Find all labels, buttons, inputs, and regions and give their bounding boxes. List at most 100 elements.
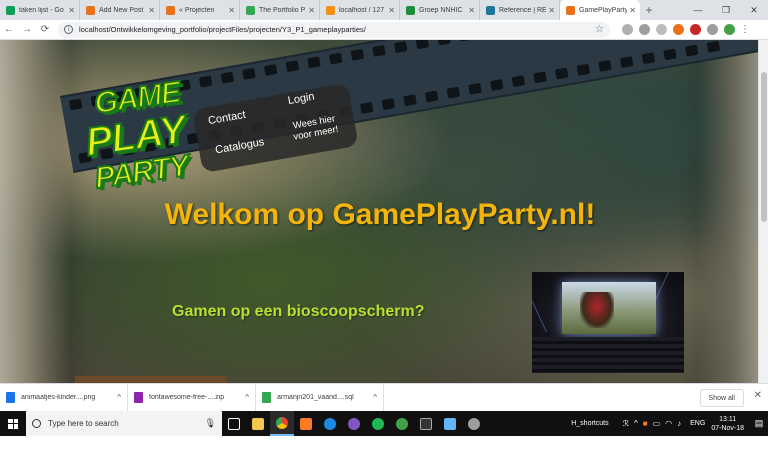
scrollbar-thumb[interactable]: [761, 72, 767, 222]
battery-icon[interactable]: ▭: [653, 419, 661, 428]
taskbar-search[interactable]: Type here to search 🎙: [26, 411, 222, 436]
address-bar[interactable]: i localhost/Ontwikkelomgeving_portfolio/…: [58, 21, 610, 38]
file-icon: [134, 392, 143, 403]
tab-favicon: [246, 5, 255, 15]
browser-menu-icon[interactable]: ⋮: [739, 24, 751, 35]
minimize-icon[interactable]: —: [684, 0, 712, 20]
tab-close-icon[interactable]: ✕: [68, 6, 75, 15]
close-icon[interactable]: ✕: [740, 0, 768, 20]
browser-tab[interactable]: The Portfolio P ✕: [240, 0, 320, 20]
app-icon[interactable]: [318, 411, 342, 436]
chevron-up-icon[interactable]: ^: [117, 393, 121, 402]
back-arrow-icon[interactable]: ←: [0, 21, 18, 39]
tab-title: Groep NNHIC: [419, 6, 463, 14]
bookmark-star-icon[interactable]: ☆: [595, 24, 604, 35]
volume-icon[interactable]: ♪: [677, 419, 681, 428]
new-tab-button[interactable]: +: [640, 0, 658, 20]
info-icon[interactable]: i: [64, 25, 73, 34]
language-indicator[interactable]: ENG: [690, 420, 705, 427]
chevron-up-icon[interactable]: ^: [373, 393, 377, 402]
tab-favicon: [166, 5, 175, 15]
tab-favicon: [566, 5, 575, 15]
nav-link-wees-hier-voor-meer[interactable]: Wees hier voor meer!: [284, 112, 347, 144]
nav-link-catalogus[interactable]: Catalogus: [214, 136, 265, 156]
file-explorer-icon[interactable]: [246, 411, 270, 436]
reload-icon[interactable]: ⟳: [36, 21, 54, 39]
maximize-icon[interactable]: ❐: [712, 0, 740, 20]
browser-tab[interactable]: Add New Post ✕: [80, 0, 160, 20]
extension-icon[interactable]: [673, 24, 684, 35]
forward-arrow-icon[interactable]: →: [18, 21, 36, 39]
tab-title: « Projecten: [179, 6, 215, 14]
browser-tab[interactable]: Reference | RE ✕: [480, 0, 560, 20]
extension-icon[interactable]: [707, 24, 718, 35]
tab-favicon: [86, 5, 95, 15]
windows-taskbar: Type here to search 🎙 H_shortcuts ℛ ^ ■ …: [0, 411, 768, 436]
file-icon: [6, 392, 15, 403]
network-icon[interactable]: ◠: [665, 419, 672, 428]
nav-link-contact[interactable]: Contact: [207, 109, 246, 127]
chevron-up-icon[interactable]: ^: [245, 393, 249, 402]
microphone-icon[interactable]: 🎙: [205, 418, 216, 429]
download-filename: armanjn201_vaand....sql: [277, 394, 354, 401]
extension-icon[interactable]: [690, 24, 701, 35]
profile-avatar-icon[interactable]: [724, 24, 735, 35]
download-item[interactable]: animaatjes-kinder....png ^: [0, 383, 128, 412]
page-title: Welkom op GamePlayParty.nl!: [164, 198, 596, 231]
shortcuts-toolbar[interactable]: H_shortcuts: [571, 420, 608, 427]
browser-tab[interactable]: « Projecten ✕: [160, 0, 240, 20]
tab-title: taken lijst - Go: [19, 6, 64, 14]
page-viewport: GAME PLAY PARTY Contact Login Catalogus …: [0, 40, 768, 383]
browser-tab[interactable]: localhost / 127 ✕: [320, 0, 400, 20]
clock-time: 13:11: [719, 415, 737, 423]
extension-icon[interactable]: [639, 24, 650, 35]
url-text: localhost/Ontwikkelomgeving_portfolio/pr…: [79, 25, 366, 34]
tab-favicon: [486, 5, 495, 15]
tab-close-icon[interactable]: ✕: [228, 6, 235, 15]
browser-tab-active[interactable]: GamePlayParty ✕: [560, 0, 640, 20]
xampp-tray-icon[interactable]: ■: [643, 419, 648, 428]
extension-icon[interactable]: [656, 24, 667, 35]
clock[interactable]: 13:11 07-Nov-18: [711, 415, 744, 433]
xampp-icon[interactable]: [294, 411, 318, 436]
cortana-icon: [32, 419, 41, 428]
extension-icon[interactable]: [622, 24, 633, 35]
browser-tab[interactable]: taken lijst - Go ✕: [0, 0, 80, 20]
nav-link-login[interactable]: Login: [287, 91, 316, 107]
people-icon[interactable]: ℛ: [623, 419, 629, 428]
app-icon[interactable]: [342, 411, 366, 436]
tab-title: GamePlayParty: [579, 6, 628, 14]
chrome-icon[interactable]: [270, 411, 294, 436]
tab-close-icon[interactable]: ✕: [308, 6, 315, 15]
tab-close-icon[interactable]: ✕: [388, 6, 395, 15]
page-scrollbar[interactable]: [758, 40, 768, 383]
tab-close-icon[interactable]: ✕: [629, 6, 636, 15]
clock-date: 07-Nov-18: [711, 424, 744, 432]
terminal-icon[interactable]: [414, 411, 438, 436]
tab-title: localhost / 127: [339, 6, 385, 14]
app-icon[interactable]: [438, 411, 462, 436]
download-filename: animaatjes-kinder....png: [21, 394, 96, 401]
app-icon[interactable]: [462, 411, 486, 436]
spotify-icon[interactable]: [366, 411, 390, 436]
file-icon: [262, 392, 271, 403]
download-item[interactable]: armanjn201_vaand....sql ^: [256, 383, 384, 412]
screen-bottom-edge: [0, 436, 768, 452]
tab-close-icon[interactable]: ✕: [148, 6, 155, 15]
close-icon[interactable]: ✕: [754, 390, 762, 401]
system-tray: H_shortcuts ℛ ^ ■ ▭ ◠ ♪ ENG 13:11 07-Nov…: [571, 411, 768, 436]
tab-close-icon[interactable]: ✕: [468, 6, 475, 15]
app-icon[interactable]: [390, 411, 414, 436]
browser-tab[interactable]: Groep NNHIC ✕: [400, 0, 480, 20]
start-button[interactable]: [0, 411, 26, 436]
show-all-downloads-button[interactable]: Show all: [699, 389, 744, 407]
download-filename: fontawesome-free-....zip: [149, 394, 225, 401]
content-image: [75, 376, 227, 383]
tab-close-icon[interactable]: ✕: [548, 6, 555, 15]
browser-toolbar: ← → ⟳ i localhost/Ontwikkelomgeving_port…: [0, 20, 768, 40]
chevron-up-icon[interactable]: ^: [634, 419, 638, 428]
download-item[interactable]: fontawesome-free-....zip ^: [128, 383, 256, 412]
extensions-area: [622, 24, 735, 35]
notifications-icon[interactable]: ▤: [750, 411, 768, 436]
task-view-icon[interactable]: [222, 411, 246, 436]
